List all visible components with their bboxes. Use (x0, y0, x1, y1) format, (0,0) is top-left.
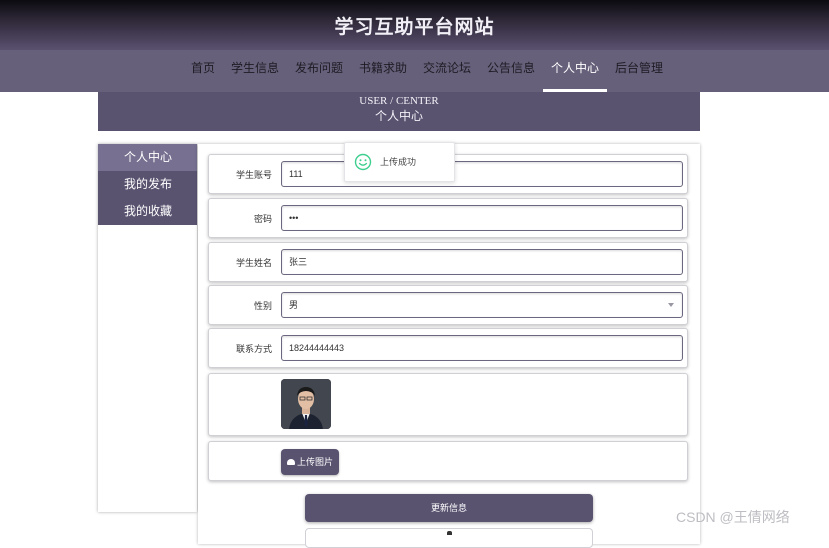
chevron-down-icon (668, 303, 674, 307)
gender-select[interactable]: 男 (281, 292, 683, 318)
nav-item-announcements[interactable]: 公告信息 (479, 50, 543, 92)
user-icon (447, 531, 452, 535)
account-input[interactable]: 111 (281, 161, 683, 187)
nav-item-students[interactable]: 学生信息 (223, 50, 287, 92)
nav-item-book-help[interactable]: 书籍求助 (351, 50, 415, 92)
page-banner: USER / CENTER 个人中心 (98, 92, 700, 131)
sidebar-item-my-favorites[interactable]: 我的收藏 (98, 198, 197, 225)
form-row-gender: 性别 男 (208, 285, 688, 325)
nav-item-post-question[interactable]: 发布问题 (287, 50, 351, 92)
form-row-contact: 联系方式 18244444443 (208, 328, 688, 368)
smile-icon (354, 153, 372, 171)
main-nav: 首页 学生信息 发布问题 书籍求助 交流论坛 公告信息 个人中心 后台管理 (0, 50, 829, 92)
nav-item-forum[interactable]: 交流论坛 (415, 50, 479, 92)
avatar (281, 379, 331, 429)
site-title: 学习互助平台网站 (334, 16, 495, 38)
gender-select-value: 男 (289, 300, 299, 310)
upload-button-label: 上传图片 (297, 457, 334, 467)
form-row-password: 密码 ••• (208, 198, 688, 238)
upload-success-toast: 上传成功 (344, 142, 455, 182)
nav-item-home[interactable]: 首页 (183, 50, 223, 92)
watermark: CSDN @王倩网络 (676, 509, 790, 525)
banner-title-en: USER / CENTER (359, 95, 439, 107)
password-input[interactable]: ••• (281, 205, 683, 231)
form-row-name: 学生姓名 张三 (208, 242, 688, 282)
name-label: 学生姓名 (235, 258, 272, 268)
upload-image-button[interactable]: 上传图片 (281, 449, 339, 475)
contact-input[interactable]: 18244444443 (281, 335, 683, 361)
form-row-avatar (208, 373, 688, 436)
banner-title-cn: 个人中心 (374, 109, 423, 123)
toast-message: 上传成功 (380, 157, 417, 167)
name-input[interactable]: 张三 (281, 249, 683, 275)
secondary-button[interactable] (305, 528, 593, 548)
nav-item-user-center[interactable]: 个人中心 (543, 50, 608, 92)
gender-label: 性别 (253, 301, 272, 311)
profile-form-panel: 学生账号 111 密码 ••• 学生姓名 张三 性别 男 联系方式 182444… (198, 144, 700, 548)
form-row-upload: 上传图片 (208, 441, 688, 481)
sidebar-item-my-posts[interactable]: 我的发布 (98, 171, 197, 198)
update-info-button[interactable]: 更新信息 (305, 494, 593, 522)
nav-item-admin[interactable]: 后台管理 (607, 50, 671, 92)
account-label: 学生账号 (235, 170, 272, 180)
sidebar: 个人中心 我的发布 我的收藏 (98, 144, 197, 512)
top-header: 学习互助平台网站 (0, 0, 829, 50)
upload-cloud-icon (287, 459, 295, 465)
password-label: 密码 (253, 214, 272, 224)
contact-label: 联系方式 (235, 344, 272, 354)
sidebar-item-user-center[interactable]: 个人中心 (98, 144, 197, 171)
